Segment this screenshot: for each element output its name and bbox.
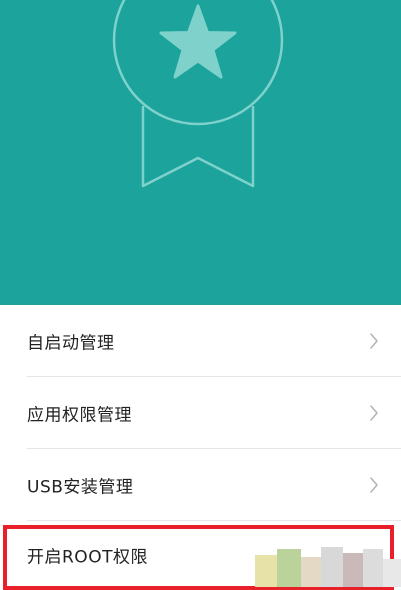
menu-item-label: 自启动管理 bbox=[27, 333, 115, 354]
menu-item-usb-install[interactable]: USB安装管理 bbox=[0, 449, 401, 521]
award-badge-icon bbox=[112, 0, 284, 188]
menu-item-label: 开启ROOT权限 bbox=[27, 547, 148, 568]
menu-item-label: USB安装管理 bbox=[27, 477, 134, 498]
chevron-right-icon bbox=[370, 477, 378, 493]
menu-item-auto-start[interactable]: 自启动管理 bbox=[0, 305, 401, 377]
chevron-right-icon bbox=[370, 405, 378, 421]
menu-item-app-permissions[interactable]: 应用权限管理 bbox=[0, 377, 401, 449]
settings-menu: 自启动管理 应用权限管理 USB安装管理 开启ROOT权限 bbox=[0, 305, 401, 587]
menu-item-label: 应用权限管理 bbox=[27, 405, 132, 426]
header-banner bbox=[0, 0, 401, 305]
chevron-right-icon bbox=[370, 333, 378, 349]
menu-item-enable-root[interactable]: 开启ROOT权限 bbox=[0, 521, 401, 587]
